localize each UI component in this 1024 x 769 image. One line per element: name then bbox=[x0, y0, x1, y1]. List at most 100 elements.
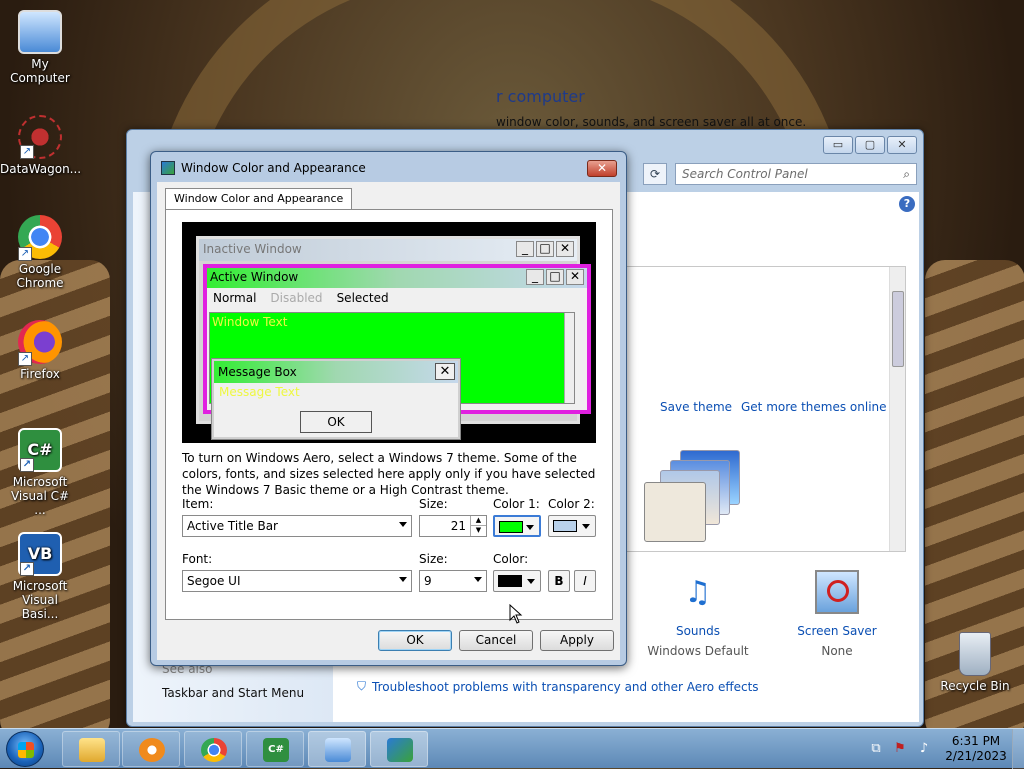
appearance-icon bbox=[161, 161, 175, 175]
taskbar-chrome[interactable] bbox=[184, 731, 242, 767]
tab-panel: Inactive Window _ □ ✕ Active Window _ □ bbox=[165, 209, 613, 620]
window-color-appearance-dialog[interactable]: Window Color and Appearance ✕ Window Col… bbox=[150, 151, 627, 666]
taskbar: C# ⧉ ⚑ ♪ 6:31 PM 2/21/2023 bbox=[0, 728, 1024, 769]
volume-icon[interactable]: ♪ bbox=[916, 741, 932, 757]
preview-message-box[interactable]: Message Box ✕ Message Text OK bbox=[212, 359, 460, 439]
maximize-button[interactable]: ▢ bbox=[855, 136, 885, 154]
refresh-button[interactable]: ⟳ bbox=[643, 163, 667, 185]
font-size-select[interactable]: 9 bbox=[419, 570, 487, 592]
italic-button[interactable]: I bbox=[574, 570, 596, 592]
font-size-value: 9 bbox=[424, 574, 432, 588]
font-select[interactable]: Segoe UI bbox=[182, 570, 412, 592]
network-icon[interactable]: ⧉ bbox=[868, 741, 884, 757]
tab-window-color-appearance[interactable]: Window Color and Appearance bbox=[165, 188, 353, 210]
dialog-titlebar[interactable]: Window Color and Appearance ✕ bbox=[151, 152, 626, 184]
bold-button[interactable]: B bbox=[548, 570, 570, 592]
font-size-label: Size: bbox=[419, 552, 448, 566]
chrome-icon: ↗ bbox=[18, 215, 62, 261]
message-text: Message Text bbox=[219, 385, 300, 399]
menu-disabled[interactable]: Disabled bbox=[270, 291, 322, 305]
sounds-value: Windows Default bbox=[647, 644, 749, 658]
chevron-down-icon bbox=[527, 579, 535, 584]
spin-up-icon[interactable]: ▲ bbox=[470, 516, 486, 526]
menu-selected[interactable]: Selected bbox=[337, 291, 389, 305]
close-icon: ✕ bbox=[596, 161, 608, 175]
minimize-icon: _ bbox=[516, 241, 534, 257]
dialog-body: Window Color and Appearance Inactive Win… bbox=[157, 182, 620, 660]
search-icon: ⌕ bbox=[903, 167, 910, 181]
ok-button[interactable]: OK bbox=[378, 630, 452, 651]
color2-picker[interactable] bbox=[548, 515, 596, 537]
clock-date: 2/21/2023 bbox=[945, 749, 1007, 763]
action-center-icon[interactable]: ⚑ bbox=[892, 741, 908, 757]
desktop-icon-firefox[interactable]: ↗ Firefox bbox=[0, 320, 80, 381]
recycle-bin-icon bbox=[959, 632, 991, 676]
size-spinner[interactable]: 21 ▲ ▼ bbox=[419, 515, 487, 537]
preview-scrollbar[interactable] bbox=[564, 313, 574, 403]
screen-saver-setting[interactable]: Screen Saver None bbox=[777, 570, 897, 658]
color1-picker[interactable] bbox=[493, 515, 541, 537]
message-box-ok-button[interactable]: OK bbox=[300, 411, 372, 433]
system-tray: ⧉ ⚑ ♪ 6:31 PM 2/21/2023 bbox=[868, 729, 1024, 769]
sounds-icon: ♫ bbox=[684, 575, 712, 610]
close-button[interactable]: ✕ bbox=[887, 136, 917, 154]
cancel-button[interactable]: Cancel bbox=[459, 630, 533, 651]
themes-scrollbar[interactable] bbox=[889, 267, 905, 551]
close-button[interactable]: ✕ bbox=[587, 160, 617, 177]
desktop-icon-chrome[interactable]: ↗ Google Chrome bbox=[0, 215, 80, 290]
minimize-icon: _ bbox=[526, 269, 544, 285]
item-select[interactable]: Active Title Bar bbox=[182, 515, 412, 537]
show-desktop-button[interactable] bbox=[1012, 729, 1024, 769]
clock-time: 6:31 PM bbox=[951, 734, 1001, 748]
font-color-swatch bbox=[498, 575, 522, 587]
shield-icon: ⛉ bbox=[357, 679, 367, 693]
sounds-setting[interactable]: ♫ Sounds Windows Default bbox=[638, 570, 758, 658]
visual-basic-icon: VB ↗ bbox=[18, 532, 62, 576]
size-value: 21 bbox=[450, 519, 466, 533]
help-icon[interactable]: ? bbox=[899, 196, 915, 212]
chevron-down-icon bbox=[399, 522, 407, 527]
clock[interactable]: 6:31 PM 2/21/2023 bbox=[940, 734, 1012, 764]
color1-swatch bbox=[499, 521, 523, 533]
taskbar-appearance[interactable] bbox=[370, 731, 428, 767]
minimize-button[interactable]: ▭ bbox=[823, 136, 853, 154]
scroll-thumb[interactable] bbox=[892, 291, 904, 367]
taskbar-control-panel[interactable] bbox=[308, 731, 366, 767]
message-box-titlebar[interactable]: Message Box ✕ bbox=[214, 361, 458, 383]
taskbar-start-menu-link[interactable]: Taskbar and Start Menu bbox=[162, 686, 304, 700]
taskbar-media-player[interactable] bbox=[122, 731, 180, 767]
desktop-icon-my-computer[interactable]: My Computer bbox=[0, 10, 80, 85]
desktop-icon-label: Firefox bbox=[20, 367, 60, 381]
item-value: Active Title Bar bbox=[187, 519, 278, 533]
menu-normal[interactable]: Normal bbox=[213, 291, 256, 305]
desktop-icon-label: Microsoft Visual C# ... bbox=[10, 475, 70, 517]
spin-down-icon[interactable]: ▼ bbox=[470, 526, 486, 536]
chevron-down-icon bbox=[474, 577, 482, 582]
desktop-icon-visual-csharp[interactable]: C# ↗ Microsoft Visual C# ... bbox=[0, 428, 80, 517]
get-more-themes-link[interactable]: Get more themes online bbox=[741, 400, 887, 414]
apply-button[interactable]: Apply bbox=[540, 630, 614, 651]
aero-description: To turn on Windows Aero, select a Window… bbox=[182, 451, 596, 497]
save-theme-link[interactable]: Save theme bbox=[660, 400, 732, 414]
desktop-icon-recycle-bin[interactable]: Recycle Bin bbox=[935, 632, 1015, 693]
inactive-titlebar[interactable]: Inactive Window _ □ ✕ bbox=[199, 239, 577, 261]
active-titlebar[interactable]: Active Window _ □ ✕ bbox=[207, 268, 587, 288]
start-button[interactable] bbox=[6, 731, 44, 767]
taskbar-explorer[interactable] bbox=[62, 731, 120, 767]
preview-menu-bar[interactable]: Normal Disabled Selected bbox=[207, 288, 587, 308]
desktop-icon-datawagon[interactable]: ↗ DataWagon... bbox=[0, 115, 81, 176]
visual-csharp-icon: C# bbox=[263, 738, 289, 762]
close-icon: ✕ bbox=[435, 363, 455, 380]
maximize-icon: □ bbox=[536, 241, 554, 257]
desktop-icon-visual-basic[interactable]: VB ↗ Microsoft Visual Basi... bbox=[0, 532, 80, 621]
search-input[interactable]: Search Control Panel ⌕ bbox=[675, 163, 917, 185]
screen-saver-icon bbox=[815, 570, 859, 614]
troubleshoot-link[interactable]: ⛉ Troubleshoot problems with transparenc… bbox=[357, 679, 759, 694]
active-caption-buttons: _ □ ✕ bbox=[526, 269, 584, 285]
desktop-background-thumbnail[interactable] bbox=[640, 450, 770, 545]
font-color-picker[interactable] bbox=[493, 570, 541, 592]
appearance-preview[interactable]: Inactive Window _ □ ✕ Active Window _ □ bbox=[182, 222, 596, 443]
datawagon-icon: ↗ bbox=[18, 115, 62, 159]
page-subtitle: window color, sounds, and screen saver a… bbox=[496, 115, 807, 129]
taskbar-visual-csharp[interactable]: C# bbox=[246, 731, 304, 767]
